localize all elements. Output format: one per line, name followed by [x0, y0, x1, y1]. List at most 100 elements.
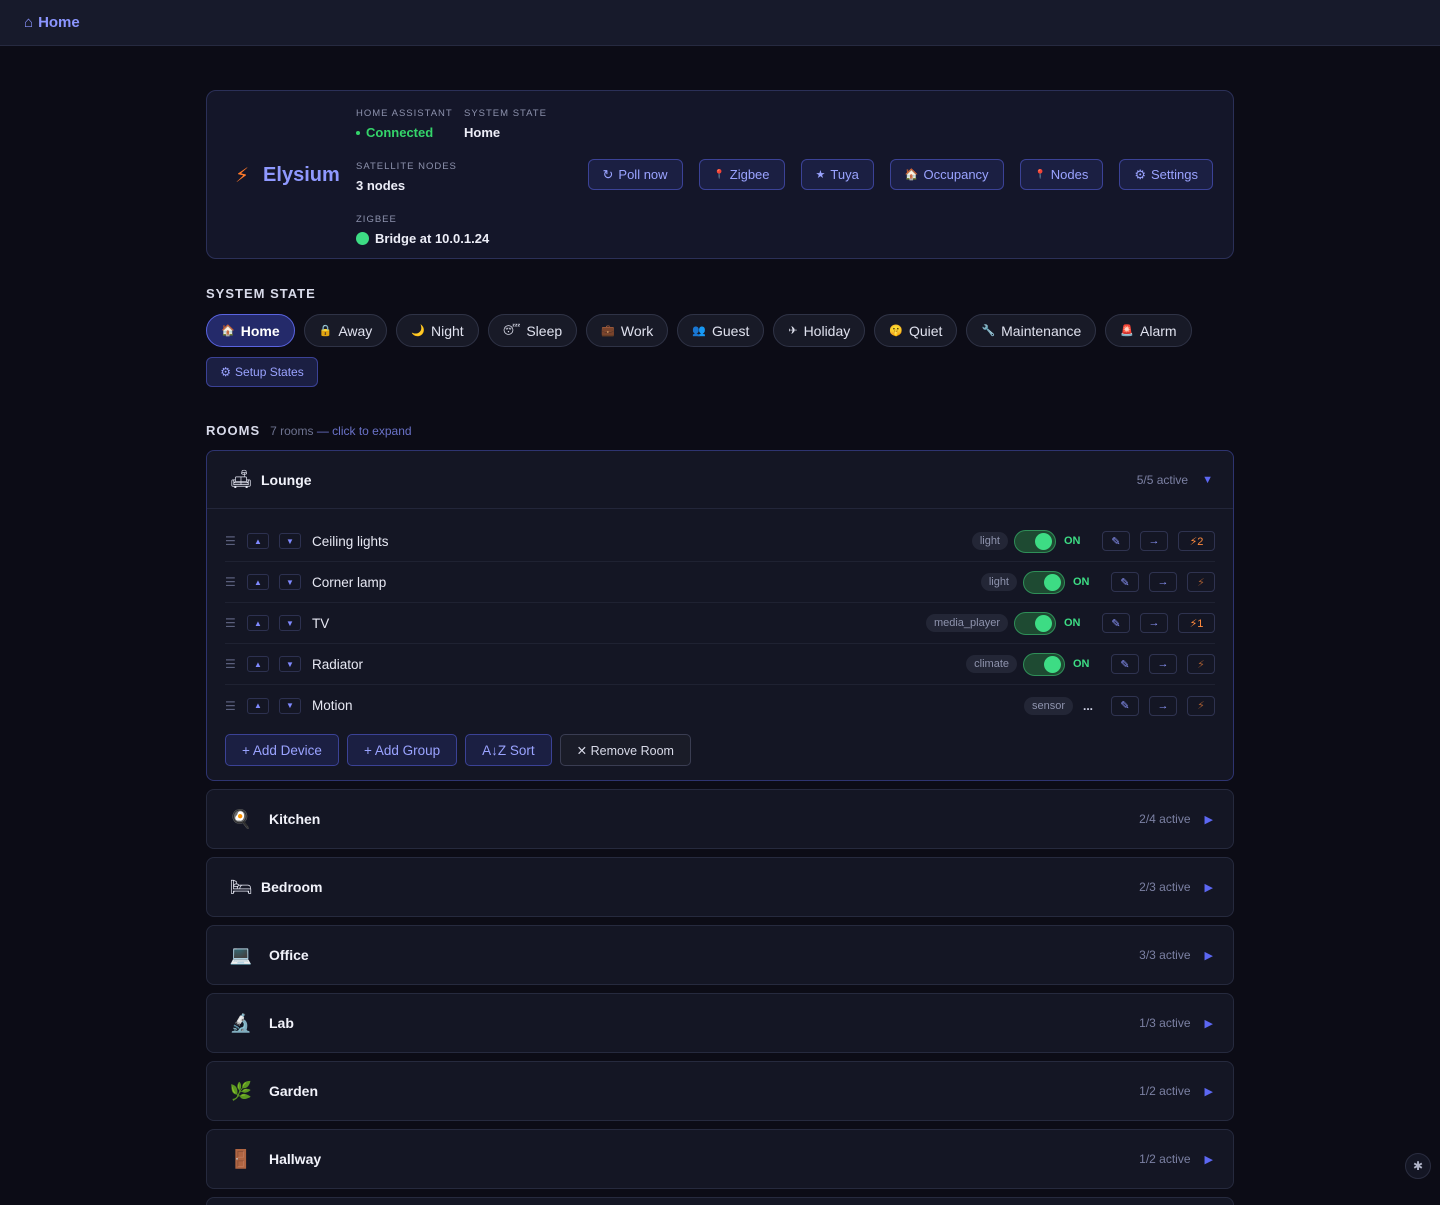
device-list: ☰ ▲ ▼ Ceiling lights light ON ✎ → ⚡2 ☰ ▲…: [207, 509, 1233, 726]
state-chip-quiet[interactable]: 🤫 Quiet: [874, 314, 958, 347]
occupancy-button[interactable]: 🏠 Occupancy: [889, 159, 1004, 190]
collapse-triangle-icon[interactable]: ▼: [1202, 474, 1213, 486]
automations-button[interactable]: ⚡1: [1178, 613, 1215, 633]
moon-icon: 🌙: [411, 325, 425, 337]
automations-button[interactable]: ⚡: [1187, 572, 1215, 592]
move-up-button[interactable]: ▲: [247, 574, 269, 590]
pencil-icon: ✎: [1120, 576, 1130, 589]
automations-button[interactable]: ⚡: [1187, 695, 1215, 716]
add-group-button[interactable]: + Add Group: [346, 734, 458, 766]
state-chip-label: Guest: [711, 322, 750, 339]
state-chip-maintenance[interactable]: 🔧 Maintenance: [966, 314, 1097, 347]
siren-icon: 🚨: [1120, 325, 1135, 337]
state-chip-sleep[interactable]: 😴 Sleep: [487, 314, 578, 347]
move-room-button[interactable]: →: [1149, 572, 1177, 592]
automation-count: ⚡1: [1189, 617, 1204, 630]
drag-handle-icon[interactable]: ☰: [225, 534, 237, 548]
expand-triangle-icon[interactable]: ▶: [1205, 881, 1213, 894]
add-device-button[interactable]: + Add Device: [225, 734, 339, 766]
automations-button[interactable]: ⚡2: [1178, 531, 1215, 551]
move-room-button[interactable]: →: [1149, 695, 1177, 716]
system-state-status: SYSTEM STATE Home: [464, 108, 547, 140]
move-down-button[interactable]: ▼: [279, 656, 301, 672]
room-card-garden[interactable]: 🌿 Garden 1/2 active ▶: [206, 1061, 1234, 1121]
home-link[interactable]: ⌂ Home: [24, 14, 80, 31]
move-down-button[interactable]: ▼: [279, 615, 301, 631]
expand-triangle-icon[interactable]: ▶: [1205, 1153, 1213, 1166]
move-up-button[interactable]: ▲: [247, 656, 269, 672]
room-header[interactable]: 🛏 Bedroom 2/3 active ▶: [207, 858, 1233, 916]
ha-status: HOME ASSISTANT Connected: [356, 108, 453, 140]
house-icon: 🏠: [221, 325, 235, 337]
state-chip-label: Quiet: [908, 322, 943, 339]
drag-handle-icon[interactable]: ☰: [225, 699, 237, 713]
drag-handle-icon[interactable]: ☰: [225, 616, 237, 630]
move-room-button[interactable]: →: [1140, 531, 1168, 551]
sort-button[interactable]: A↓Z Sort: [465, 734, 552, 766]
state-chip-work[interactable]: 💼 Work: [586, 314, 669, 347]
room-card-kitchen[interactable]: 🍳 Kitchen 2/4 active ▶: [206, 789, 1234, 849]
room-card-hallway[interactable]: 🚪 Hallway 1/2 active ▶: [206, 1129, 1234, 1189]
expand-triangle-icon[interactable]: ▶: [1205, 949, 1213, 962]
room-active-count: 3/3 active: [1139, 948, 1191, 962]
move-down-button[interactable]: ▼: [279, 697, 301, 714]
automations-button[interactable]: ⚡: [1187, 654, 1215, 674]
power-toggle[interactable]: [1023, 652, 1065, 676]
state-chip-guest[interactable]: 👥 Guest: [677, 314, 765, 347]
state-chip-away[interactable]: 🔒 Away: [303, 314, 388, 347]
device-type-tag: climate: [966, 655, 1017, 673]
move-down-button[interactable]: ▼: [279, 574, 301, 590]
state-chip-holiday[interactable]: ✈ Holiday: [773, 314, 866, 347]
state-chip-alarm[interactable]: 🚨 Alarm: [1105, 314, 1192, 347]
settings-button-label: Settings: [1151, 167, 1198, 182]
state-chip-label: Work: [620, 322, 654, 339]
power-toggle[interactable]: [1023, 570, 1065, 594]
room-header[interactable]: 🌿 Garden 1/2 active ▶: [207, 1062, 1233, 1120]
room-card-bedroom[interactable]: 🛏 Bedroom 2/3 active ▶: [206, 857, 1234, 917]
expand-triangle-icon[interactable]: ▶: [1205, 1085, 1213, 1098]
move-up-button[interactable]: ▲: [247, 533, 269, 549]
poll-now-button[interactable]: ↻ Poll now: [587, 159, 683, 190]
room-header-lounge[interactable]: 🛋 Lounge 5/5 active ▼: [207, 451, 1233, 509]
state-chip-night[interactable]: 🌙 Night: [396, 314, 479, 347]
drag-handle-icon[interactable]: ☰: [225, 575, 237, 589]
setup-states-button[interactable]: ⚙ Setup States: [206, 357, 318, 387]
state-chip-home[interactable]: 🏠 Home: [206, 314, 295, 347]
zigbee-button[interactable]: 📍 Zigbee: [698, 159, 785, 190]
edit-button[interactable]: ✎: [1111, 654, 1139, 674]
room-card-partial[interactable]: [206, 1197, 1234, 1205]
room-header[interactable]: 💻 Office 3/3 active ▶: [207, 926, 1233, 984]
drag-handle-icon[interactable]: ☰: [225, 657, 237, 671]
settings-button[interactable]: ⚙ Settings: [1119, 159, 1213, 190]
edit-button[interactable]: ✎: [1111, 572, 1139, 592]
edit-button[interactable]: ✎: [1102, 531, 1130, 551]
frying-pan-icon: 🍳: [229, 808, 253, 829]
ha-status-label: HOME ASSISTANT: [356, 108, 453, 119]
theme-toggle-button[interactable]: ✱: [1405, 1153, 1431, 1179]
move-room-button[interactable]: →: [1149, 654, 1177, 674]
move-down-button[interactable]: ▼: [279, 533, 301, 549]
tuya-button[interactable]: ★ Tuya: [800, 159, 874, 190]
arrow-right-icon: →: [1157, 576, 1169, 588]
device-controls: light ON ✎ → ⚡2: [971, 529, 1215, 553]
expand-triangle-icon[interactable]: ▶: [1205, 1017, 1213, 1030]
remove-room-button[interactable]: ✕ Remove Room: [559, 734, 691, 766]
move-room-button[interactable]: →: [1140, 613, 1168, 633]
state-chip-label: Night: [431, 322, 464, 339]
power-toggle[interactable]: [1014, 611, 1056, 635]
room-header[interactable]: 🔬 Lab 1/3 active ▶: [207, 994, 1233, 1052]
move-up-button[interactable]: ▲: [247, 697, 269, 714]
room-card-lab[interactable]: 🔬 Lab 1/3 active ▶: [206, 993, 1234, 1053]
device-controls: media_player ON ✎ → ⚡1: [925, 611, 1215, 635]
expand-triangle-icon[interactable]: ▶: [1205, 813, 1213, 826]
edit-button[interactable]: ✎: [1102, 613, 1130, 633]
room-card-office[interactable]: 💻 Office 3/3 active ▶: [206, 925, 1234, 985]
lock-icon: 🔒: [318, 325, 333, 337]
edit-button[interactable]: ✎: [1111, 695, 1139, 716]
power-toggle[interactable]: [1014, 529, 1056, 553]
pencil-icon: ✎: [1111, 535, 1121, 548]
nodes-button[interactable]: 📍 Nodes: [1019, 159, 1104, 190]
move-up-button[interactable]: ▲: [247, 615, 269, 631]
room-header[interactable]: 🚪 Hallway 1/2 active ▶: [207, 1130, 1233, 1188]
room-header[interactable]: 🍳 Kitchen 2/4 active ▶: [207, 790, 1233, 848]
